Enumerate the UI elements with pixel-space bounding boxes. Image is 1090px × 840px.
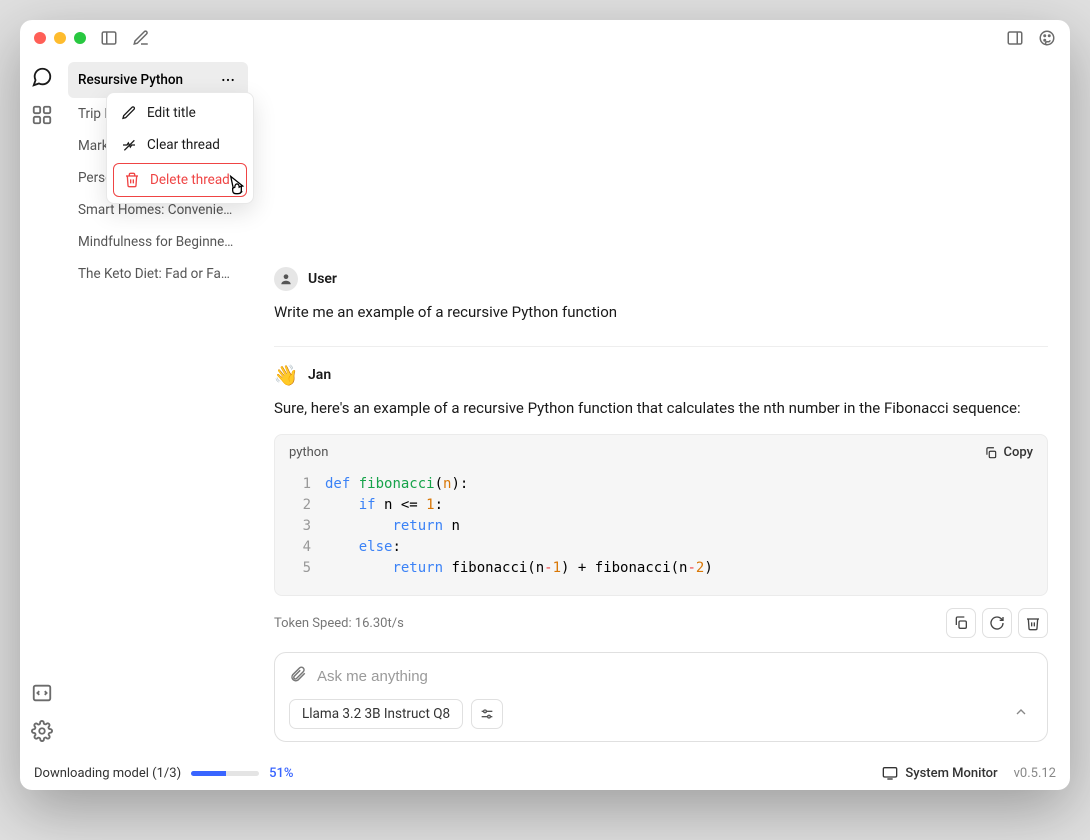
- context-item-label: Clear thread: [147, 137, 220, 153]
- system-monitor-button[interactable]: System Monitor: [882, 765, 997, 781]
- context-edit-title[interactable]: Edit title: [111, 97, 249, 129]
- code-block: python Copy 1def fibonacci(n): 2 if n <=…: [274, 434, 1048, 596]
- user-avatar-icon: [274, 267, 298, 291]
- chat-icon[interactable]: [31, 66, 53, 88]
- composer-collapse-icon[interactable]: [1009, 700, 1033, 728]
- message-input[interactable]: [317, 668, 1033, 685]
- composer: Llama 3.2 3B Instruct Q8: [274, 652, 1048, 742]
- maximize-window-button[interactable]: [74, 32, 86, 44]
- author-label: User: [308, 271, 337, 287]
- copy-message-button[interactable]: [946, 608, 976, 638]
- thread-label: The Keto Diet: Fad or Fa…: [78, 266, 230, 282]
- token-speed-label: Token Speed: 16.30t/s: [274, 616, 404, 631]
- thread-label: Mindfulness for Beginne…: [78, 234, 233, 250]
- user-message: User Write me an example of a recursive …: [274, 267, 1048, 324]
- context-item-label: Delete thread: [150, 172, 230, 188]
- grid-icon[interactable]: [31, 104, 53, 126]
- thread-label: Smart Homes: Convenient?: [78, 202, 238, 218]
- thread-menu-button[interactable]: [218, 70, 238, 90]
- thread-label: Resursive Python: [78, 72, 183, 88]
- window-controls: [34, 32, 86, 44]
- new-thread-icon[interactable]: [132, 29, 150, 47]
- context-clear-thread[interactable]: Clear thread: [111, 129, 249, 161]
- model-settings-button[interactable]: [471, 699, 503, 729]
- nav-rail: [20, 56, 64, 756]
- settings-icon[interactable]: [31, 720, 53, 742]
- code-language-label: python: [289, 445, 328, 460]
- copy-code-button[interactable]: Copy: [984, 445, 1033, 460]
- context-delete-thread[interactable]: Delete thread: [113, 163, 247, 197]
- download-percent: 51%: [269, 766, 293, 781]
- code-icon[interactable]: [31, 682, 53, 704]
- context-item-label: Edit title: [147, 105, 196, 121]
- message-text: Sure, here's an example of a recursive P…: [274, 397, 1048, 420]
- thread-item[interactable]: Mindfulness for Beginne…: [68, 226, 248, 258]
- system-monitor-label: System Monitor: [905, 766, 997, 781]
- app-window: Resursive Python Trip Planning Advice Ma…: [20, 20, 1070, 790]
- panel-toggle-icon[interactable]: [100, 29, 118, 47]
- regenerate-button[interactable]: [982, 608, 1012, 638]
- code-body: 1def fibonacci(n): 2 if n <= 1: 3 return…: [275, 470, 1047, 595]
- thread-item[interactable]: The Keto Diet: Fad or Fa…: [68, 258, 248, 290]
- palette-icon[interactable]: [1038, 29, 1056, 47]
- assistant-message: 👋 Jan Sure, here's an example of a recur…: [274, 363, 1048, 638]
- copy-label: Copy: [1004, 445, 1033, 460]
- thread-sidebar: Resursive Python Trip Planning Advice Ma…: [64, 56, 252, 756]
- thread-context-menu: Edit title Clear thread Delete thread: [106, 92, 254, 204]
- assistant-avatar-icon: 👋: [274, 363, 298, 387]
- panel-right-icon[interactable]: [1006, 29, 1024, 47]
- status-bar: Downloading model (1/3) 51% System Monit…: [20, 756, 1070, 790]
- close-window-button[interactable]: [34, 32, 46, 44]
- attachment-icon[interactable]: [289, 665, 307, 687]
- conversation: User Write me an example of a recursive …: [252, 56, 1070, 652]
- main-panel: User Write me an example of a recursive …: [252, 56, 1070, 756]
- delete-message-button[interactable]: [1018, 608, 1048, 638]
- version-label: v0.5.12: [1014, 766, 1056, 781]
- model-selector[interactable]: Llama 3.2 3B Instruct Q8: [289, 699, 463, 729]
- message-divider: [274, 346, 1048, 347]
- author-label: Jan: [308, 367, 331, 383]
- minimize-window-button[interactable]: [54, 32, 66, 44]
- download-status-label: Downloading model (1/3): [34, 766, 181, 781]
- message-text: Write me an example of a recursive Pytho…: [274, 301, 1048, 324]
- download-progress: [191, 771, 259, 776]
- titlebar: [20, 20, 1070, 56]
